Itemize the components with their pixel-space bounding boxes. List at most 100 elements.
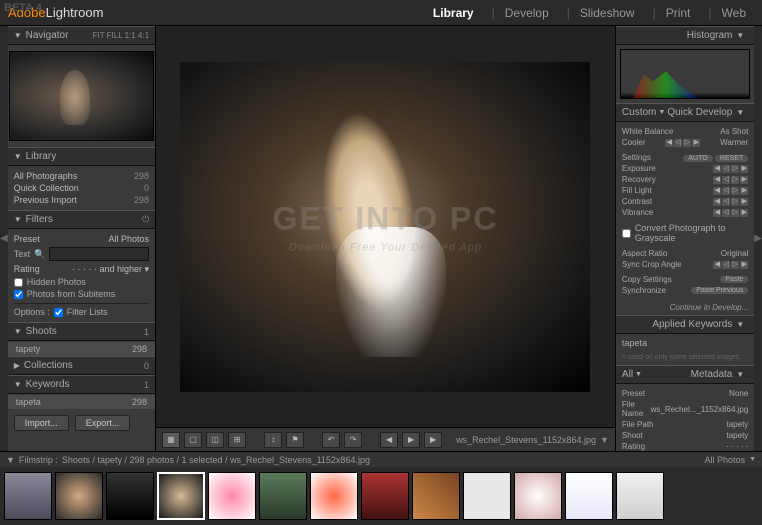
wb-stepper[interactable]: ◀◁▷▶ <box>665 139 700 147</box>
fill-stepper[interactable]: ◀◁▷▶ <box>713 187 748 195</box>
recovery-stepper[interactable]: ◀◁▷▶ <box>713 176 748 184</box>
filters-toggle-icon[interactable]: ⏻ <box>142 214 149 225</box>
viewer-toolbar: ▦ ▢ ◫ ⊞ ↕ ⚑ ↶ ↷ ◀ ▶ ▶ ws_Rechel_Stevens_… <box>156 427 615 451</box>
search-icon: 🔍 <box>34 249 45 260</box>
thumbnail[interactable] <box>106 472 154 520</box>
thumbnail[interactable] <box>259 472 307 520</box>
rotate-left-icon[interactable]: ↶ <box>322 432 340 448</box>
thumbnail[interactable] <box>208 472 256 520</box>
histogram-display[interactable] <box>620 49 750 99</box>
hidden-photos-check[interactable] <box>14 278 23 287</box>
chevron-down-icon: ▼ <box>14 152 22 161</box>
current-filename: ws_Rechel_Stevens_1152x864.jpg <box>456 435 596 445</box>
play-icon[interactable]: ▶ <box>402 432 420 448</box>
filter-preset-dropdown[interactable]: All Photos <box>109 234 150 244</box>
filmstrip-path[interactable]: Shoots / tapety / 298 photos / 1 selecte… <box>62 455 370 465</box>
library-all[interactable]: All Photographs298 <box>14 170 149 182</box>
custom-dropdown[interactable]: Custom <box>622 107 656 118</box>
sort-icon[interactable]: ↕ <box>264 432 282 448</box>
metadata-header[interactable]: All▼ Metadata ▼ <box>616 365 754 384</box>
thumbnail[interactable] <box>616 472 664 520</box>
thumbnail[interactable] <box>514 472 562 520</box>
image-viewer[interactable]: GET INTO PC Download Free Your Desired A… <box>156 26 615 427</box>
subitems-check[interactable] <box>14 290 23 299</box>
chevron-down-icon: ▼ <box>14 380 22 389</box>
thumbnail[interactable] <box>310 472 358 520</box>
grayscale-check[interactable] <box>622 229 631 238</box>
grid-view-icon[interactable]: ▦ <box>162 432 180 448</box>
filmstrip[interactable] <box>0 467 762 525</box>
chevron-down-icon: ▼ <box>14 31 22 40</box>
loupe-view-icon[interactable]: ▢ <box>184 432 202 448</box>
toolbar-menu-icon[interactable]: ▼ <box>600 435 609 445</box>
reset-button[interactable]: RESET <box>715 155 748 162</box>
thumbnail[interactable] <box>55 472 103 520</box>
keywords-field[interactable]: tapeta <box>622 338 748 348</box>
module-print[interactable]: Print <box>645 2 699 24</box>
keyword-item[interactable]: tapeta298 <box>8 395 155 409</box>
vibrance-stepper[interactable]: ◀◁▷▶ <box>713 209 748 217</box>
thumbnail[interactable] <box>463 472 511 520</box>
thumbnail[interactable] <box>4 472 52 520</box>
next-photo-icon[interactable]: ▶ <box>424 432 442 448</box>
paste-prev-button[interactable]: Paste Previous <box>691 287 748 294</box>
rating-filter[interactable]: · · · · · and higher ▾ <box>72 264 149 275</box>
library-previous[interactable]: Previous Import298 <box>14 194 149 206</box>
metadata-all-dropdown[interactable]: All <box>622 369 633 380</box>
import-button[interactable]: Import... <box>14 415 69 431</box>
contrast-stepper[interactable]: ◀◁▷▶ <box>713 198 748 206</box>
navigator-preview[interactable] <box>9 51 154 141</box>
filter-text-input[interactable] <box>49 247 149 261</box>
filter-lists-check[interactable] <box>54 308 63 317</box>
sync-crop-stepper[interactable]: ◀◁▷▶ <box>713 261 748 269</box>
filmstrip-filter-dropdown[interactable]: All Photos <box>705 455 746 465</box>
library-quick[interactable]: Quick Collection0 <box>14 182 149 194</box>
module-slideshow[interactable]: Slideshow <box>559 2 643 24</box>
flag-icon[interactable]: ⚑ <box>286 432 304 448</box>
module-develop[interactable]: Develop <box>484 2 557 24</box>
metadata-rating[interactable]: · · · · · <box>726 442 748 451</box>
export-button[interactable]: Export... <box>75 415 131 431</box>
compare-view-icon[interactable]: ◫ <box>206 432 224 448</box>
aspect-dropdown[interactable]: Original <box>721 249 749 258</box>
left-panel-collapse[interactable]: ◀ <box>0 26 8 451</box>
module-library[interactable]: Library <box>425 2 482 24</box>
navigator-modes[interactable]: FIT FILL 1:1 4:1 <box>93 31 149 40</box>
chevron-right-icon: ▶ <box>14 361 20 370</box>
metadata-preset-dropdown[interactable]: None <box>729 389 748 398</box>
chevron-down-icon: ▼ <box>736 108 744 117</box>
library-header[interactable]: ▼ Library <box>8 147 155 166</box>
paste-button[interactable]: Paste <box>720 276 748 283</box>
filters-header[interactable]: ▼ Filters ⏻ <box>8 210 155 229</box>
continue-develop-link[interactable]: Continue in Develop... <box>616 300 754 315</box>
applied-keywords-header[interactable]: Applied Keywords ▼ <box>616 315 754 334</box>
thumbnail[interactable] <box>412 472 460 520</box>
app-header: BETA 4 AdobeLightroom Library Develop Sl… <box>0 0 762 26</box>
beta-tag: BETA 4 <box>4 2 42 14</box>
chevron-down-icon: ▼ <box>736 370 744 379</box>
shoots-header[interactable]: ▼ Shoots 1 <box>8 322 155 341</box>
chevron-down-icon: ▼ <box>736 31 744 40</box>
thumbnail[interactable] <box>361 472 409 520</box>
histogram-header[interactable]: Histogram ▼ <box>616 26 754 45</box>
left-panel: ▼ Navigator FIT FILL 1:1 4:1 ▼ Library A… <box>8 26 156 451</box>
filmstrip-header: ▼ Filmstrip : Shoots / tapety / 298 phot… <box>0 451 762 467</box>
rotate-right-icon[interactable]: ↷ <box>344 432 362 448</box>
quick-develop-header[interactable]: Custom▼ Quick Develop ▼ <box>616 103 754 122</box>
wb-dropdown[interactable]: As Shot <box>720 127 748 136</box>
shoot-item[interactable]: tapety298 <box>8 342 155 356</box>
chevron-down-icon[interactable]: ▼ <box>6 455 15 465</box>
prev-photo-icon[interactable]: ◀ <box>380 432 398 448</box>
thumbnail-selected[interactable] <box>157 472 205 520</box>
thumbnail[interactable] <box>565 472 613 520</box>
main-photo <box>180 62 590 392</box>
right-panel-collapse[interactable]: ▶ <box>754 26 762 451</box>
module-web[interactable]: Web <box>700 2 754 24</box>
right-panel: Histogram ▼ Custom▼ Quick Develop ▼ Whit… <box>615 26 754 451</box>
auto-button[interactable]: AUTO <box>683 155 712 162</box>
collections-header[interactable]: ▶ Collections 0 <box>8 356 155 375</box>
navigator-header[interactable]: ▼ Navigator FIT FILL 1:1 4:1 <box>8 26 155 45</box>
keywords-header[interactable]: ▼ Keywords 1 <box>8 375 155 394</box>
survey-view-icon[interactable]: ⊞ <box>228 432 246 448</box>
exposure-stepper[interactable]: ◀◁▷▶ <box>713 165 748 173</box>
